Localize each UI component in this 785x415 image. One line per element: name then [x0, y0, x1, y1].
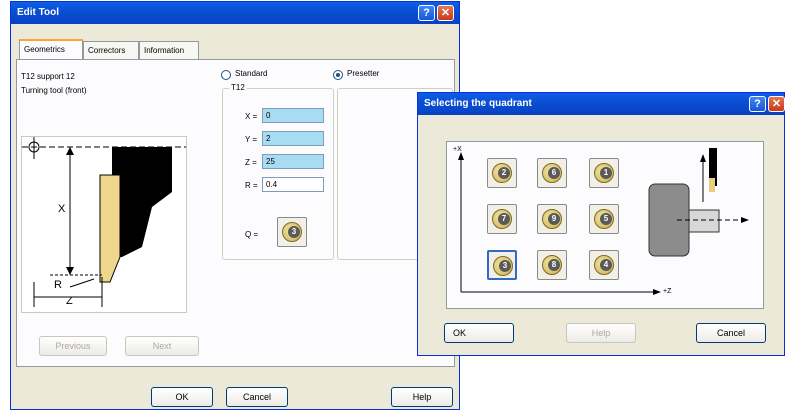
tool-geometry-diagram: X R Z	[21, 136, 187, 313]
edit-tool-titlebar[interactable]: Edit Tool ? ✕	[11, 2, 459, 24]
edit-tool-title: Edit Tool	[17, 7, 60, 18]
edit-tool-window: Edit Tool ? ✕ Geometrics Correctors Info…	[10, 1, 460, 410]
quadrant-number: 7	[498, 213, 510, 225]
previous-button[interactable]: Previous	[39, 336, 107, 356]
quadrant-button-4[interactable]: 4	[589, 250, 619, 280]
quadrant-number: 9	[548, 213, 560, 225]
quadrant-button-7[interactable]: 7	[487, 204, 517, 234]
close-icon[interactable]: ✕	[768, 96, 785, 112]
z-field[interactable]: 25	[262, 154, 324, 169]
tool-type: Turning tool (front)	[21, 86, 87, 95]
cancel-button[interactable]: Cancel	[226, 387, 288, 407]
quadrant-number: 4	[600, 259, 612, 271]
quadrant-help-button[interactable]: Help	[566, 323, 636, 343]
radio-presetter[interactable]: Presetter	[333, 69, 413, 81]
z-label: Z =	[245, 158, 257, 167]
t12-group-label: T12	[229, 83, 247, 92]
tool-diagram-svg	[22, 137, 186, 307]
diagram-label-z: Z	[66, 295, 73, 307]
q-label: Q =	[245, 230, 259, 239]
y-field[interactable]: 2	[262, 131, 324, 146]
quadrant-number: 1	[600, 167, 612, 179]
quadrant-button-8[interactable]: 8	[537, 250, 567, 280]
r-label: R =	[245, 181, 258, 190]
q-quadrant-button[interactable]: 3	[277, 217, 307, 247]
x-label: X =	[245, 112, 258, 121]
axis-x-label: +X	[453, 146, 462, 153]
geometrics-panel: T12 support 12 Turning tool (front) X R	[16, 59, 455, 367]
quadrant-button-1[interactable]: 1	[589, 158, 619, 188]
radio-standard[interactable]: Standard	[221, 69, 301, 81]
quadrant-cancel-button[interactable]: Cancel	[696, 323, 766, 343]
quadrant-panel: +X +Z 2 6 1 7 9 5 3 8 4	[446, 141, 764, 309]
quadrant-number: 3	[499, 260, 511, 272]
ok-button[interactable]: OK	[151, 387, 213, 407]
q-value: 3	[288, 226, 300, 238]
close-icon[interactable]: ✕	[437, 5, 454, 21]
diagram-label-x: X	[58, 203, 66, 215]
radio-presetter-icon	[333, 70, 343, 80]
help-icon[interactable]: ?	[418, 5, 435, 21]
quadrant-title: Selecting the quadrant	[424, 98, 532, 109]
axis-z-label: +Z	[663, 288, 672, 295]
tool-name: T12 support 12	[21, 72, 75, 81]
quadrant-dialog: Selecting the quadrant ? ✕ +X +Z 2 6 1 7…	[417, 92, 785, 356]
quadrant-number: 6	[548, 167, 560, 179]
quadrant-number: 8	[548, 259, 560, 271]
r-field[interactable]: 0.4	[262, 177, 324, 192]
quadrant-button-6[interactable]: 6	[537, 158, 567, 188]
tab-information[interactable]: Information	[139, 41, 199, 59]
radio-standard-label: Standard	[235, 69, 268, 78]
radio-presetter-label: Presetter	[347, 69, 380, 78]
quadrant-number: 2	[498, 167, 510, 179]
tab-correctors[interactable]: Correctors	[83, 41, 139, 59]
quadrant-ok-button[interactable]: OK	[444, 323, 514, 343]
quadrant-titlebar[interactable]: Selecting the quadrant ? ✕	[418, 93, 785, 115]
diagram-label-r: R	[54, 279, 62, 291]
y-label: Y =	[245, 135, 258, 144]
quadrant-button-2[interactable]: 2	[487, 158, 517, 188]
tab-geometrics[interactable]: Geometrics	[19, 39, 83, 59]
quadrant-number: 5	[600, 213, 612, 225]
x-field[interactable]: 0	[262, 108, 324, 123]
next-button[interactable]: Next	[125, 336, 199, 356]
quadrant-button-3[interactable]: 3	[487, 250, 517, 280]
quadrant-button-9[interactable]: 9	[537, 204, 567, 234]
radio-standard-icon	[221, 70, 231, 80]
help-icon[interactable]: ?	[749, 96, 766, 112]
quadrant-button-5[interactable]: 5	[589, 204, 619, 234]
help-button[interactable]: Help	[391, 387, 453, 407]
